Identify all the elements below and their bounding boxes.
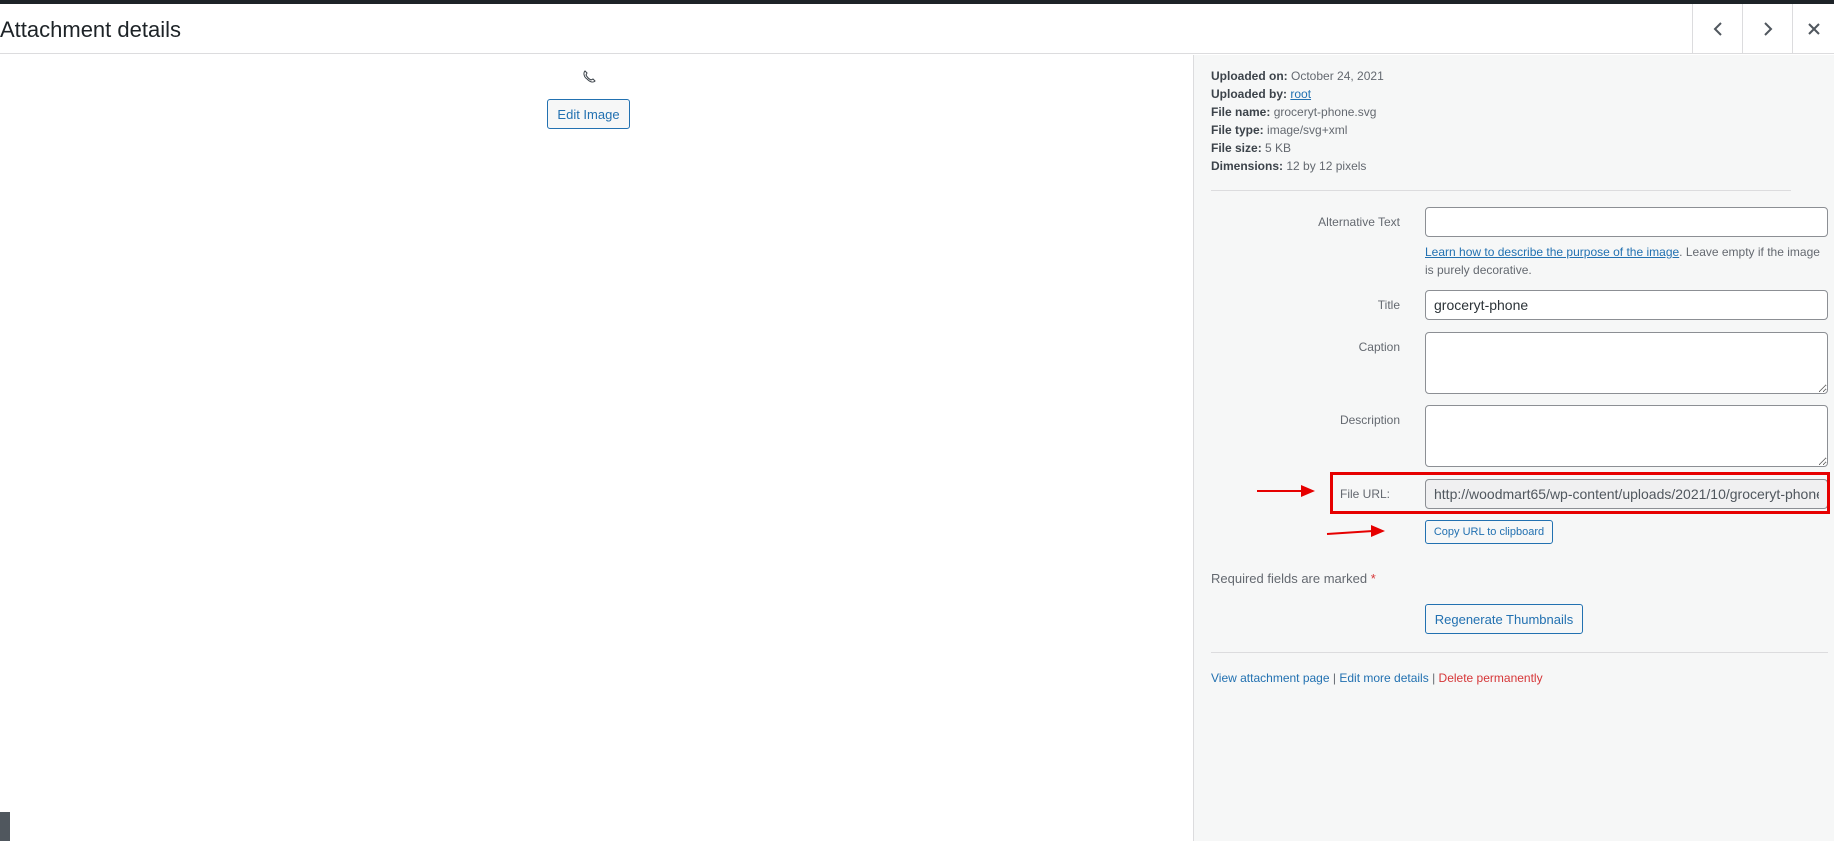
file-size-value: 5 KB bbox=[1265, 141, 1292, 155]
attachment-preview: Edit Image bbox=[0, 55, 1193, 841]
alt-text-input[interactable] bbox=[1425, 207, 1828, 237]
required-fields-note: Required fields are marked * bbox=[1211, 571, 1376, 586]
title-input[interactable] bbox=[1425, 290, 1828, 320]
caption-label: Caption bbox=[1358, 340, 1400, 354]
corner-block bbox=[0, 812, 10, 841]
alt-text-help-link[interactable]: Learn how to describe the purpose of the… bbox=[1425, 245, 1679, 259]
file-name-value: groceryt-phone.svg bbox=[1273, 105, 1377, 119]
uploaded-on-value: October 24, 2021 bbox=[1291, 69, 1384, 83]
modal-header: Attachment details bbox=[0, 4, 1834, 54]
arrow-right-icon bbox=[1257, 485, 1315, 497]
title-label: Title bbox=[1377, 298, 1400, 312]
caption-textarea[interactable] bbox=[1425, 332, 1828, 394]
next-attachment-button[interactable] bbox=[1742, 4, 1792, 54]
delete-permanently-link[interactable]: Delete permanently bbox=[1439, 671, 1543, 685]
dimensions-row: Dimensions: 12 by 12 pixels bbox=[1211, 159, 1367, 173]
attachment-actions: View attachment page | Edit more details… bbox=[1211, 671, 1543, 685]
edit-image-button[interactable]: Edit Image bbox=[547, 99, 630, 129]
edit-more-details-link[interactable]: Edit more details bbox=[1339, 671, 1428, 685]
file-size-row: File size: 5 KB bbox=[1211, 141, 1292, 155]
regenerate-thumbnails-button[interactable]: Regenerate Thumbnails bbox=[1425, 604, 1583, 634]
chevron-left-icon bbox=[1713, 22, 1722, 36]
file-url-highlight bbox=[1330, 472, 1830, 514]
chevron-right-icon bbox=[1763, 22, 1772, 36]
alt-text-help: Learn how to describe the purpose of the… bbox=[1425, 245, 1820, 277]
description-textarea[interactable] bbox=[1425, 405, 1828, 467]
uploaded-by-link[interactable]: root bbox=[1290, 87, 1311, 101]
close-modal-button[interactable] bbox=[1792, 4, 1834, 54]
copy-url-button[interactable]: Copy URL to clipboard bbox=[1425, 520, 1553, 544]
view-attachment-page-link[interactable]: View attachment page bbox=[1211, 671, 1330, 685]
uploaded-by-row: Uploaded by: root bbox=[1211, 87, 1312, 101]
required-asterisk: * bbox=[1370, 571, 1376, 586]
actions-divider bbox=[1211, 652, 1828, 653]
file-type-value: image/svg+xml bbox=[1267, 123, 1348, 137]
uploaded-on-row: Uploaded on: October 24, 2021 bbox=[1211, 69, 1384, 83]
attachment-info-sidebar: Uploaded on: October 24, 2021 Uploaded b… bbox=[1193, 55, 1834, 841]
close-icon bbox=[1807, 23, 1820, 35]
dimensions-value: 12 by 12 pixels bbox=[1286, 159, 1367, 173]
arrow-right-icon bbox=[1326, 525, 1385, 537]
description-label: Description bbox=[1339, 413, 1400, 427]
modal-title: Attachment details bbox=[0, 17, 181, 42]
alt-text-label: Alternative Text bbox=[1318, 215, 1400, 229]
previous-attachment-button[interactable] bbox=[1692, 4, 1742, 54]
file-type-row: File type: image/svg+xml bbox=[1211, 123, 1348, 137]
file-details: Uploaded on: October 24, 2021 Uploaded b… bbox=[1211, 67, 1384, 175]
file-name-row: File name: groceryt-phone.svg bbox=[1211, 105, 1377, 119]
phone-icon bbox=[583, 70, 596, 83]
details-divider bbox=[1211, 190, 1791, 191]
